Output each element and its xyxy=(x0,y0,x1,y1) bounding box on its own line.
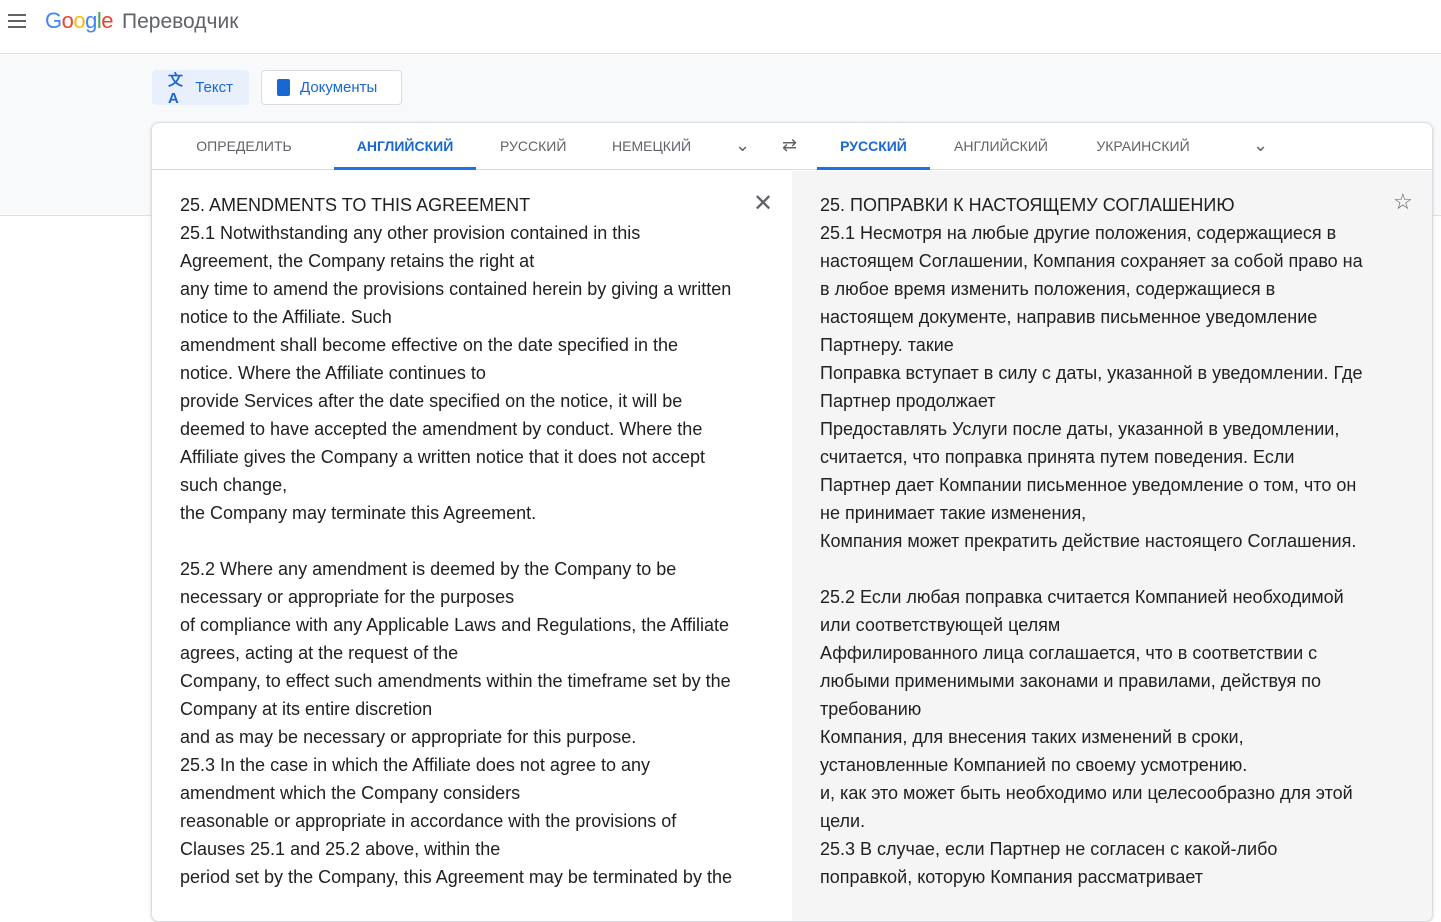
source-text-input[interactable]: 25. AMENDMENTS TO THIS AGREEMENT 25.1 Not… xyxy=(180,191,732,891)
translation-line: не принимает такие изменения, xyxy=(820,503,1087,523)
tab-source-russian[interactable]: РУССКИЙ xyxy=(500,123,566,170)
translation-line: установленные Компанией по своему усмотр… xyxy=(820,755,1248,775)
translate-icon: 文A xyxy=(168,71,184,107)
translation-line: поправкой, которую Компания рассматривае… xyxy=(820,867,1204,887)
source-line: and as may be necessary or appropriate f… xyxy=(180,727,637,747)
source-line: Clauses 25.1 and 25.2 above, within the xyxy=(180,839,501,859)
source-line: Company, to effect such amendments withi… xyxy=(180,671,731,691)
source-line: notice. Where the Affiliate continues to xyxy=(180,363,486,383)
document-icon xyxy=(277,79,290,96)
translation-line: Аффилированного лица соглашается, что в … xyxy=(820,643,1318,663)
source-line: the Company may terminate this Agreement… xyxy=(180,503,537,523)
translation-line: настоящем Соглашении, Компания сохраняет… xyxy=(820,251,1363,271)
translation-line: цели. xyxy=(820,811,866,831)
source-line: Company at its entire discretion xyxy=(180,699,433,719)
google-logo[interactable]: Google xyxy=(45,8,114,34)
documents-mode-label: Документы xyxy=(300,79,378,96)
source-line xyxy=(180,527,732,555)
translation-line: Партнер продолжает xyxy=(820,391,996,411)
source-line: 25. AMENDMENTS TO THIS AGREEMENT xyxy=(180,195,531,215)
tab-target-russian[interactable]: РУССКИЙ xyxy=(817,123,930,170)
translation-output: 25. ПОПРАВКИ К НАСТОЯЩЕМУ СОГЛАШЕНИЮ 25.1… xyxy=(820,191,1363,891)
source-panel[interactable]: 25. AMENDMENTS TO THIS AGREEMENT 25.1 Not… xyxy=(152,171,792,921)
translation-line: 25.3 В случае, если Партнер не согласен … xyxy=(820,839,1278,859)
translation-line: Предоставлять Услуги после даты, указанн… xyxy=(820,419,1340,439)
text-mode-label: Текст xyxy=(195,79,233,96)
source-line: 25.3 In the case in which the Affiliate … xyxy=(180,755,650,775)
source-line: reasonable or appropriate in accordance … xyxy=(180,811,677,831)
translation-line xyxy=(820,555,1363,583)
source-line: such change, xyxy=(180,475,288,495)
target-more-languages-chevron-icon[interactable]: ⌄ xyxy=(1253,135,1268,156)
translation-card: ОПРЕДЕЛИТЬ ЯЗЫК АНГЛИЙСКИЙ РУССКИЙ НЕМЕЦ… xyxy=(151,122,1433,922)
save-translation-star-icon[interactable]: ☆ xyxy=(1393,189,1413,215)
translation-line: 25.2 Если любая поправка считается Компа… xyxy=(820,587,1344,607)
source-line: 25.2 Where any amendment is deemed by th… xyxy=(180,559,677,579)
translation-line: 25. ПОПРАВКИ К НАСТОЯЩЕМУ СОГЛАШЕНИЮ xyxy=(820,195,1235,215)
translation-line: или соответствующей целям xyxy=(820,615,1061,635)
translation-line: Партнеру. такие xyxy=(820,335,954,355)
source-line: amendment which the Company considers xyxy=(180,783,521,803)
translation-line: в любое время изменить положения, содерж… xyxy=(820,279,1276,299)
source-line: Agreement, the Company retains the right… xyxy=(180,251,535,271)
top-bar: Google Переводчик xyxy=(0,0,1441,54)
source-line: any time to amend the provisions contain… xyxy=(180,279,732,299)
source-line: necessary or appropriate for the purpose… xyxy=(180,587,515,607)
text-mode-button[interactable]: 文A Текст xyxy=(152,70,249,107)
target-panel: 25. ПОПРАВКИ К НАСТОЯЩЕМУ СОГЛАШЕНИЮ 25.1… xyxy=(792,171,1432,921)
translation-line: Компания может прекратить действие насто… xyxy=(820,531,1357,551)
translation-line: считается, что поправка принята путем по… xyxy=(820,447,1295,467)
language-bar: ОПРЕДЕЛИТЬ ЯЗЫК АНГЛИЙСКИЙ РУССКИЙ НЕМЕЦ… xyxy=(152,123,1432,201)
translation-line: и, как это может быть необходимо или цел… xyxy=(820,783,1353,803)
source-line: agrees, acting at the request of the xyxy=(180,643,459,663)
translation-line: Компания, для внесения таких изменений в… xyxy=(820,727,1244,747)
source-line: Affiliate gives the Company a written no… xyxy=(180,447,705,467)
menu-icon[interactable] xyxy=(8,14,26,28)
translation-line: требованию xyxy=(820,699,922,719)
source-line: 25.1 Notwithstanding any other provision… xyxy=(180,223,641,243)
translation-line: Поправка вступает в силу с даты, указанн… xyxy=(820,363,1363,383)
source-line: amendment shall become effective on the … xyxy=(180,335,678,355)
tab-source-german[interactable]: НЕМЕЦКИЙ xyxy=(612,123,691,170)
tab-source-english[interactable]: АНГЛИЙСКИЙ xyxy=(334,123,476,170)
clear-text-close-icon[interactable]: ✕ xyxy=(753,189,773,218)
product-name: Переводчик xyxy=(122,10,239,33)
source-line: of compliance with any Applicable Laws a… xyxy=(180,615,730,635)
source-line: period set by the Company, this Agreemen… xyxy=(180,867,732,887)
translation-line: 25.1 Несмотря на любые другие положения,… xyxy=(820,223,1337,243)
tab-detect-language[interactable]: ОПРЕДЕЛИТЬ ЯЗЫК xyxy=(176,123,312,201)
source-more-languages-chevron-icon[interactable]: ⌄ xyxy=(735,135,750,156)
source-line: deemed to have accepted the amendment by… xyxy=(180,419,703,439)
swap-languages-icon[interactable]: ⇄ xyxy=(782,135,797,156)
translation-line: любыми применимыми законами и правилами,… xyxy=(820,671,1322,691)
translation-line: Партнер дает Компании письменное уведомл… xyxy=(820,475,1357,495)
translation-line: настоящем документе, направив письменное… xyxy=(820,307,1318,327)
documents-mode-button[interactable]: Документы xyxy=(261,70,402,105)
source-line: notice to the Affiliate. Such xyxy=(180,307,392,327)
tab-target-english[interactable]: АНГЛИЙСКИЙ xyxy=(954,123,1048,170)
tab-target-ukrainian[interactable]: УКРАИНСКИЙ xyxy=(1096,123,1190,170)
source-line: provide Services after the date specifie… xyxy=(180,391,683,411)
